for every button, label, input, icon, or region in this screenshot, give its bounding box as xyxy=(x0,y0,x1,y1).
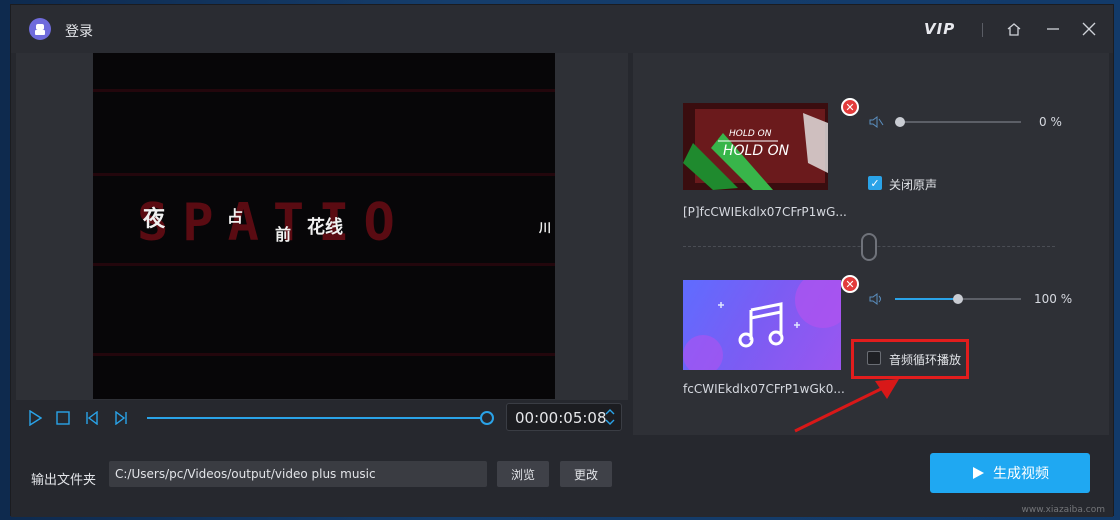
progress-handle[interactable] xyxy=(480,411,494,425)
player-controls: 00:00:05:08 xyxy=(16,400,628,435)
time-input[interactable]: 00:00:05:08 xyxy=(506,403,622,431)
generate-video-label: 生成视频 xyxy=(993,466,1049,482)
play-icon xyxy=(973,467,984,479)
previous-frame-icon[interactable] xyxy=(83,409,101,427)
video-fragment: 占 xyxy=(227,207,244,226)
title-bar: 登录 VIP xyxy=(11,5,1113,53)
video-preview[interactable]: SPATIO 夜 占 前 花线 川 xyxy=(93,53,555,399)
audio-volume-fill xyxy=(895,298,958,300)
play-icon[interactable] xyxy=(26,409,44,427)
audio-volume-value: 100 % xyxy=(1034,292,1073,306)
audio-volume-handle[interactable] xyxy=(953,294,963,304)
output-folder-label: 输出文件夹 xyxy=(31,473,97,488)
app-window: 登录 VIP SPATIO 夜 占 前 花线 川 00:00:05:08 HOL… xyxy=(10,4,1114,517)
browse-button[interactable]: 浏览 xyxy=(497,461,549,487)
annotation-highlight-box xyxy=(851,339,969,379)
scanline xyxy=(93,263,555,266)
watermark: www.xiazaiba.com xyxy=(1021,505,1105,515)
scanline xyxy=(93,89,555,92)
link-icon[interactable] xyxy=(861,233,877,261)
output-path-field[interactable] xyxy=(109,461,487,487)
app-logo-icon xyxy=(29,18,51,40)
mute-original-label[interactable]: 关闭原声 xyxy=(889,176,937,193)
close-icon[interactable] xyxy=(1079,19,1099,39)
scanline xyxy=(93,173,555,176)
next-frame-icon[interactable] xyxy=(112,409,130,427)
scanline xyxy=(93,353,555,356)
time-value: 00:00:05:08 xyxy=(515,409,607,427)
remove-audio-button[interactable]: ✕ xyxy=(841,275,859,293)
change-button[interactable]: 更改 xyxy=(560,461,612,487)
title-separator xyxy=(982,23,983,37)
volume-icon[interactable] xyxy=(868,292,884,306)
stop-icon[interactable] xyxy=(54,409,72,427)
video-thumbnail[interactable]: HOLD ON HOLD ON xyxy=(683,103,828,190)
remove-video-button[interactable]: ✕ xyxy=(841,98,859,116)
login-link[interactable]: 登录 xyxy=(65,21,93,41)
thumbnail-caption: HOLD ON xyxy=(729,129,772,139)
video-fragment: 前 xyxy=(275,225,292,244)
video-volume-handle[interactable] xyxy=(895,117,905,127)
output-bar: 输出文件夹 浏览 更改 生成视频 www.xiazaiba.com xyxy=(11,439,1113,517)
video-file-name: [P]fcCWIEkdlx07CFrP1wG... xyxy=(683,205,847,219)
home-icon[interactable] xyxy=(1004,19,1024,39)
generate-video-button[interactable]: 生成视频 xyxy=(930,453,1090,493)
mute-original-checkbox[interactable]: ✓ xyxy=(868,176,882,190)
video-volume-value: 0 % xyxy=(1039,115,1062,129)
video-fragment: 花线 xyxy=(307,217,343,238)
vip-badge[interactable]: VIP xyxy=(924,20,955,38)
video-glitch-text: SPATIO xyxy=(137,193,409,253)
preview-area: SPATIO 夜 占 前 花线 川 00:00:05:08 xyxy=(16,53,628,435)
thumbnail-caption: HOLD ON xyxy=(723,143,790,159)
audio-thumbnail[interactable] xyxy=(683,280,841,370)
minimize-icon[interactable] xyxy=(1043,19,1063,39)
progress-bar[interactable] xyxy=(147,417,487,419)
annotation-arrow-icon xyxy=(794,379,899,433)
volume-mute-icon[interactable] xyxy=(868,115,884,129)
video-fragment: 夜 xyxy=(143,206,166,232)
video-fragment: 川 xyxy=(539,221,552,235)
video-volume-slider[interactable] xyxy=(895,121,1021,123)
time-stepper-icon[interactable] xyxy=(605,407,615,427)
